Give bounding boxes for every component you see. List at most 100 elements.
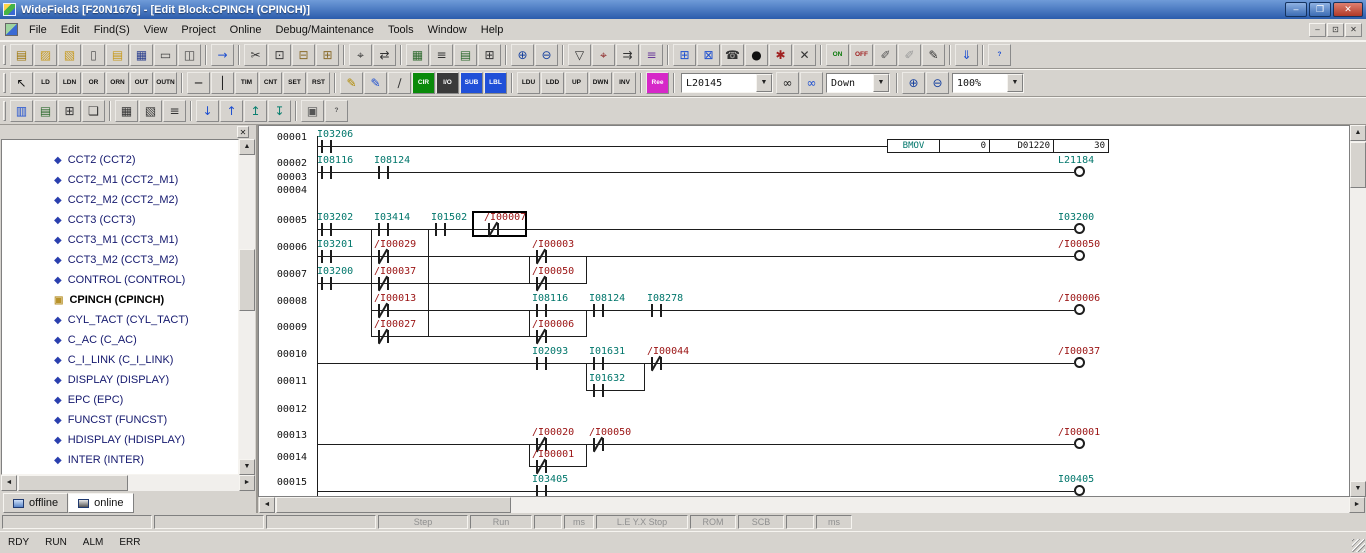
sidebar-item-cct3_m1[interactable]: ◆CCT3_M1 (CCT3_M1) [2, 230, 238, 250]
contact-I03414[interactable] [376, 223, 391, 236]
lbl-button[interactable]: LBL [484, 72, 507, 94]
or-contact-button[interactable]: OR [82, 72, 105, 94]
menu-project[interactable]: Project [174, 21, 222, 39]
slash-delete-button[interactable]: ∕ [388, 72, 411, 94]
toolbar-grip[interactable] [3, 45, 6, 65]
sidebar-item-c_i_link[interactable]: ◆C_I_LINK (C_I_LINK) [2, 350, 238, 370]
contact-I02093[interactable] [534, 357, 549, 370]
tab-online[interactable]: online [68, 493, 133, 513]
arrange-icons-button[interactable]: ≡ [163, 100, 186, 122]
close-project-button[interactable]: ▧ [58, 44, 81, 66]
tree-horizontal-scrollbar[interactable]: ◄ ► [1, 475, 255, 491]
tim-instruction-button[interactable]: TIM [235, 72, 258, 94]
forced-set-button[interactable]: ✐ [874, 44, 897, 66]
tree-scrollbar-thumb[interactable] [239, 249, 255, 311]
chevron-down-icon[interactable]: ▼ [873, 74, 889, 92]
sidebar-item-epc[interactable]: ◆EPC (EPC) [2, 390, 238, 410]
maintenance-button[interactable]: ✱ [769, 44, 792, 66]
search-device-button[interactable]: ⌖ [592, 44, 615, 66]
contact-I08116[interactable] [319, 166, 334, 179]
sidebar-item-funcst[interactable]: ◆FUNCST (FUNCST) [2, 410, 238, 430]
jump-top-button[interactable]: ↥ [244, 100, 267, 122]
ladder-vertical-scrollbar[interactable]: ▲ ▼ [1350, 125, 1366, 497]
zoom-in-button[interactable]: ⊕ [511, 44, 534, 66]
scroll-up-icon[interactable]: ▲ [239, 139, 255, 155]
menu-window[interactable]: Window [421, 21, 474, 39]
ldu-button[interactable]: LDU [517, 72, 540, 94]
outn-coil-button[interactable]: OUTN [154, 72, 177, 94]
contact-I08278[interactable] [649, 304, 664, 317]
sidebar-item-c_ac[interactable]: ◆C_AC (C_AC) [2, 330, 238, 350]
device-search-combo[interactable]: L20145 ▼ [681, 73, 773, 93]
scroll-up-icon[interactable]: ▲ [1350, 125, 1366, 141]
forced-reset-button[interactable]: ✐ [898, 44, 921, 66]
ldd-button[interactable]: LDD [541, 72, 564, 94]
edit-pen-button[interactable]: ✎ [922, 44, 945, 66]
new-project-button[interactable]: ▤ [10, 44, 33, 66]
paste-insert-button[interactable]: ⊞ [316, 44, 339, 66]
resize-grip[interactable] [1352, 539, 1365, 552]
upload-list-button[interactable]: ⇓ [955, 44, 978, 66]
sidebar-item-hdisplay[interactable]: ◆HDISPLAY (HDISPLAY) [2, 430, 238, 450]
cut-button[interactable]: ✂ [244, 44, 267, 66]
program-monitor-button[interactable]: ▥ [10, 100, 33, 122]
delete-button[interactable]: ✕ [793, 44, 816, 66]
device-usage-button[interactable]: ≡ [640, 44, 663, 66]
save-button[interactable]: ▦ [130, 44, 153, 66]
ladder-horizontal-scrollbar[interactable]: ◄ ► [259, 497, 1365, 513]
ladder-scrollbar-thumb[interactable] [1350, 142, 1366, 188]
ree-button[interactable]: Ree [646, 72, 669, 94]
chevron-down-icon[interactable]: ▼ [1007, 74, 1023, 92]
new-block-button[interactable]: ▯ [82, 44, 105, 66]
monitor-stop-button[interactable]: ⊠ [697, 44, 720, 66]
contact-I01502[interactable] [433, 223, 448, 236]
contact-I03200[interactable] [319, 277, 334, 290]
sidebar-item-cct2_m1[interactable]: ◆CCT2_M1 (CCT2_M1) [2, 170, 238, 190]
up-button[interactable]: UP [565, 72, 588, 94]
mdi-close-button[interactable]: ✕ [1345, 23, 1362, 37]
contact-not-I00029[interactable] [376, 250, 391, 263]
cnt-instruction-button[interactable]: CNT [259, 72, 282, 94]
zoom-out-button[interactable]: ⊖ [535, 44, 558, 66]
scroll-left-icon[interactable]: ◄ [259, 497, 275, 513]
select-mode-button[interactable]: ↖ [10, 72, 33, 94]
contact-I03202[interactable] [319, 223, 334, 236]
ladder-view-button[interactable]: ▦ [406, 44, 429, 66]
coil-I03200[interactable] [1074, 223, 1085, 234]
dwn-button[interactable]: DWN [589, 72, 612, 94]
contact-not-I00006[interactable] [534, 330, 549, 343]
sidebar-item-cpinch[interactable]: ▣CPINCH (CPINCH) [2, 290, 238, 310]
menu-help[interactable]: Help [474, 21, 511, 39]
mdi-minimize-button[interactable]: – [1309, 23, 1326, 37]
menu-edit[interactable]: Edit [54, 21, 87, 39]
menu-view[interactable]: View [137, 21, 175, 39]
open-block-button[interactable]: ▤ [106, 44, 129, 66]
cir-button[interactable]: CIR [412, 72, 435, 94]
set-instruction-button[interactable]: SET [283, 72, 306, 94]
sidebar-item-cct3[interactable]: ◆CCT3 (CCT3) [2, 210, 238, 230]
orn-contact-button[interactable]: ORN [106, 72, 129, 94]
contact-not-I00044[interactable] [649, 357, 664, 370]
cascade-windows-button[interactable]: ▧ [139, 100, 162, 122]
coil-not-I00037[interactable] [1074, 357, 1085, 368]
online-connect-button[interactable]: ☎ [721, 44, 744, 66]
open-project-button[interactable]: ▨ [34, 44, 57, 66]
mdi-restore-button[interactable]: ⊡ [1327, 23, 1344, 37]
sidebar-item-cct2_m2[interactable]: ◆CCT2_M2 (CCT2_M2) [2, 190, 238, 210]
comment-view-button[interactable]: ▤ [454, 44, 477, 66]
contact-I08124[interactable] [591, 304, 606, 317]
close-button[interactable]: ✕ [1333, 2, 1363, 17]
device-list-button[interactable]: ⊞ [478, 44, 501, 66]
contact-not-I00050[interactable] [591, 438, 606, 451]
contact-not-I00007[interactable] [486, 223, 501, 236]
horizontal-line-button[interactable]: ─ [187, 72, 210, 94]
ladder-hscrollbar-thumb[interactable] [276, 497, 511, 513]
contact-not-I00050[interactable] [534, 277, 549, 290]
device-monitor-button[interactable]: ⊞ [58, 100, 81, 122]
contact-not-I00027[interactable] [376, 330, 391, 343]
download-to-plc-button[interactable]: → [211, 44, 234, 66]
print-preview-button[interactable]: ◫ [178, 44, 201, 66]
inv-button[interactable]: INV [613, 72, 636, 94]
block-list-button[interactable]: ❏ [82, 100, 105, 122]
toolbar-grip[interactable] [3, 73, 6, 93]
